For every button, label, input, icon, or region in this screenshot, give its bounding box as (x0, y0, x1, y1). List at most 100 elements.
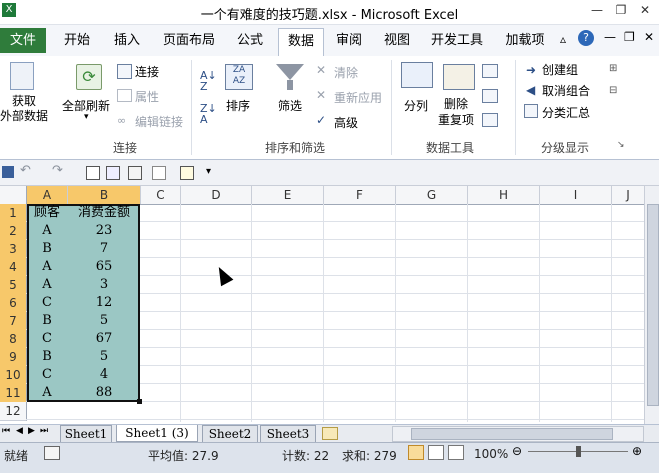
ribbon-close-icon[interactable]: ✕ (644, 30, 654, 44)
cell-b3[interactable]: 7 (68, 240, 140, 258)
cell-b4[interactable]: 65 (68, 258, 140, 276)
format-painter-icon[interactable] (128, 166, 142, 180)
clear-button[interactable]: 清除 (334, 64, 358, 81)
edit-links-button[interactable]: 编辑链接 (135, 113, 183, 130)
filter-button[interactable]: 筛选 (278, 97, 302, 114)
column-header-d[interactable]: D (181, 186, 252, 204)
reapply-button[interactable]: 重新应用 (334, 89, 382, 106)
cell-a8[interactable]: C (27, 330, 67, 348)
sheet-tab-sheet3[interactable]: Sheet3 (260, 425, 316, 443)
tab-addins[interactable]: 加载项 (496, 28, 554, 53)
sheet-nav-first-icon[interactable]: ⏮ (2, 426, 10, 436)
advanced-button[interactable]: 高级 (334, 114, 358, 131)
cell-a4[interactable]: A (27, 258, 67, 276)
cell-a1[interactable]: 顾客 (27, 204, 67, 222)
sheet-nav-next-icon[interactable]: ▶ (28, 426, 35, 436)
redo-icon[interactable]: ↷ (52, 163, 63, 178)
minimize-button[interactable]: — (587, 3, 607, 19)
column-header-g[interactable]: G (396, 186, 468, 204)
consolidate-icon[interactable] (482, 89, 498, 103)
macro-record-icon[interactable] (44, 446, 60, 460)
row-header-4[interactable]: 4 (0, 258, 27, 277)
row-header-10[interactable]: 10 (0, 366, 27, 385)
restore-button[interactable]: ❐ (611, 3, 631, 19)
tab-file[interactable]: 文件 (0, 28, 46, 53)
sheet-tab-sheet2[interactable]: Sheet2 (202, 425, 258, 443)
column-header-i[interactable]: I (540, 186, 612, 204)
row-header-7[interactable]: 7 (0, 312, 27, 331)
cell-b10[interactable]: 4 (68, 366, 140, 384)
column-header-j[interactable]: J (612, 186, 645, 204)
tab-formulas[interactable]: 公式 (228, 28, 272, 53)
what-if-analysis-icon[interactable] (482, 113, 498, 127)
page-layout-view-icon[interactable] (428, 445, 444, 460)
page-break-view-icon[interactable] (448, 445, 464, 460)
text-to-columns-button[interactable]: 分列 (404, 97, 428, 114)
refresh-dropdown-icon[interactable]: ▾ (84, 112, 89, 122)
spelling-icon[interactable] (106, 166, 120, 180)
insert-sheet-icon[interactable] (322, 427, 338, 440)
form-icon[interactable] (180, 166, 194, 180)
cell-b2[interactable]: 23 (68, 222, 140, 240)
ribbon-minimize-icon[interactable]: — (604, 30, 616, 44)
zoom-slider-thumb[interactable] (576, 446, 581, 457)
close-button[interactable]: ✕ (635, 3, 655, 19)
zoom-in-icon[interactable]: ⊕ (632, 444, 642, 458)
tab-view[interactable]: 视图 (376, 28, 418, 53)
undo-icon[interactable]: ↶ (20, 163, 31, 178)
column-header-h[interactable]: H (468, 186, 540, 204)
row-header-8[interactable]: 8 (0, 330, 27, 349)
cell-a11[interactable]: A (27, 384, 67, 402)
remove-duplicates-button[interactable]: 删除 重复项 (438, 96, 474, 128)
hide-detail-icon[interactable]: ⊟ (609, 85, 617, 96)
column-header-f[interactable]: F (324, 186, 396, 204)
row-header-5[interactable]: 5 (0, 276, 27, 295)
cell-b7[interactable]: 5 (68, 312, 140, 330)
row-header-9[interactable]: 9 (0, 348, 27, 367)
cell-b5[interactable]: 3 (68, 276, 140, 294)
row-header-11[interactable]: 11 (0, 384, 27, 403)
cell-b6[interactable]: 12 (68, 294, 140, 312)
tab-page-layout[interactable]: 页面布局 (156, 28, 222, 53)
column-header-b[interactable]: B (68, 186, 141, 204)
sheet-nav-prev-icon[interactable]: ◀ (16, 426, 23, 436)
column-header-a[interactable]: A (27, 186, 68, 204)
shape-icon[interactable] (152, 166, 166, 180)
sort-button[interactable]: 排序 (226, 97, 250, 114)
horizontal-scroll-thumb[interactable] (411, 428, 613, 440)
row-header-3[interactable]: 3 (0, 240, 27, 259)
sheet-nav-last-icon[interactable]: ⏭ (40, 426, 48, 436)
column-header-c[interactable]: C (141, 186, 181, 204)
cell-b11[interactable]: 88 (68, 384, 140, 402)
save-icon[interactable] (2, 166, 14, 178)
collapse-ribbon-icon[interactable]: ▵ (560, 32, 566, 46)
row-header-1[interactable]: 1 (0, 204, 27, 223)
cell-b8[interactable]: 67 (68, 330, 140, 348)
dialog-launcher-icon[interactable]: ↘ (617, 140, 625, 150)
tab-home[interactable]: 开始 (54, 28, 100, 53)
sort-ascending-icon[interactable]: A↓ Z (200, 70, 217, 92)
tab-data[interactable]: 数据 (278, 28, 324, 57)
select-all-corner[interactable] (0, 186, 27, 204)
row-header-6[interactable]: 6 (0, 294, 27, 313)
column-header-e[interactable]: E (252, 186, 324, 204)
tab-review[interactable]: 审阅 (328, 28, 370, 53)
cell-a6[interactable]: C (27, 294, 67, 312)
ribbon-restore-icon[interactable]: ❐ (624, 30, 635, 44)
scroll-thumb[interactable] (647, 204, 659, 406)
cell-b9[interactable]: 5 (68, 348, 140, 366)
print-preview-icon[interactable] (86, 166, 100, 180)
sheet-tab-sheet1-3[interactable]: Sheet1 (3) (116, 425, 198, 442)
cell-a7[interactable]: B (27, 312, 67, 330)
cell-a3[interactable]: B (27, 240, 67, 258)
help-icon[interactable]: ? (578, 30, 594, 46)
cell-a10[interactable]: C (27, 366, 67, 384)
zoom-out-icon[interactable]: ⊖ (512, 444, 522, 458)
cell-a5[interactable]: A (27, 276, 67, 294)
connections-button[interactable]: 连接 (135, 63, 159, 80)
ungroup-button[interactable]: 取消组合 (542, 82, 590, 99)
get-external-data-button[interactable]: 获取 外部数据 (0, 94, 48, 124)
cell-a2[interactable]: A (27, 222, 67, 240)
customize-qat-icon[interactable]: ▾ (206, 166, 211, 177)
tab-developer[interactable]: 开发工具 (424, 28, 490, 53)
